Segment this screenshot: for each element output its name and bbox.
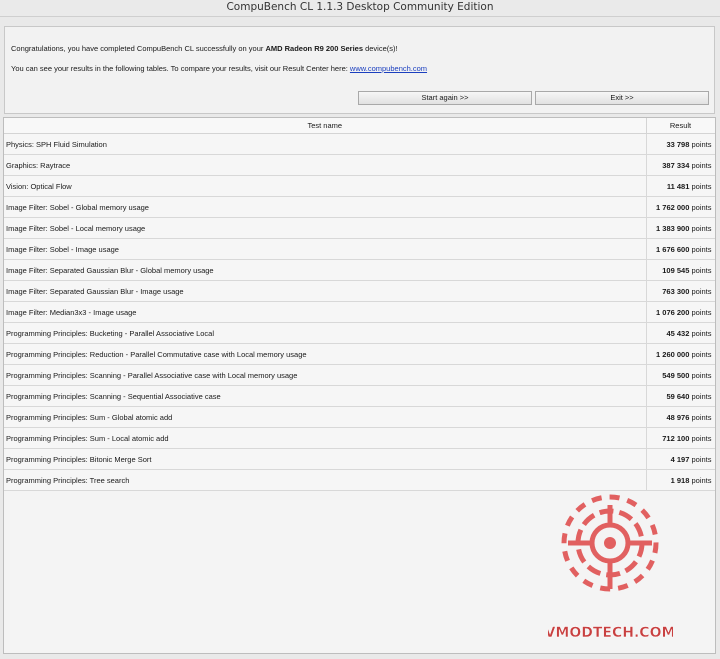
result-value: 763 300 [662, 286, 690, 296]
table-row: Programming Principles: Reduction - Para… [4, 343, 715, 365]
result-cell: 1 383 900 points [646, 217, 715, 239]
result-cell: 45 432 points [646, 322, 715, 344]
result-cell: 387 334 points [646, 154, 715, 176]
table-row: Image Filter: Median3x3 - Image usage 1 0… [4, 301, 715, 323]
test-name-cell: Image Filter: Sobel - Local memory usage [4, 217, 647, 239]
result-cell: 763 300 points [646, 280, 715, 302]
result-value: 33 798 [666, 139, 690, 149]
test-name-cell: Programming Principles: Scanning - Seque… [4, 385, 647, 407]
result-value: 1 383 900 [656, 223, 690, 233]
results-hint: You can see your results in the followin… [11, 64, 427, 73]
result-cell: 1 076 200 points [646, 301, 715, 323]
result-unit: points [689, 286, 712, 296]
test-name-cell: Image Filter: Sobel - Global memory usag… [4, 196, 647, 218]
table-row: Image Filter: Sobel - Image usage 1 676 6… [4, 238, 715, 260]
result-value: 387 334 [662, 160, 690, 170]
result-unit: points [689, 349, 712, 359]
result-cell: 59 640 points [646, 385, 715, 407]
result-unit: points [689, 244, 712, 254]
result-value: 4 197 [670, 454, 690, 464]
test-name-cell: Programming Principles: Scanning - Paral… [4, 364, 647, 386]
column-header-test-name[interactable]: Test name [4, 118, 647, 134]
table-header-row: Test name Result [4, 118, 715, 134]
result-value: 48 976 [666, 412, 690, 422]
result-unit: points [689, 202, 712, 212]
result-unit: points [689, 160, 712, 170]
exit-button[interactable]: Exit >> [535, 91, 709, 105]
test-name-cell: Graphics: Raytrace [4, 154, 647, 176]
table-row: Image Filter: Separated Gaussian Blur - … [4, 259, 715, 281]
table-row: Physics: SPH Fluid Simulation 33 798 poin… [4, 133, 715, 155]
result-unit: points [689, 181, 712, 191]
result-value: 712 100 [662, 433, 690, 443]
result-cell: 549 500 points [646, 364, 715, 386]
vmodtech-watermark: VMODTECH.COM [548, 494, 673, 641]
table-row: Programming Principles: Sum - Local atom… [4, 427, 715, 449]
result-value: 1 260 000 [656, 349, 690, 359]
result-value: 11 481 [666, 181, 690, 191]
result-unit: points [689, 265, 712, 275]
result-cell: 712 100 points [646, 427, 715, 449]
test-name-cell: Physics: SPH Fluid Simulation [4, 133, 647, 155]
message-prefix: Congratulations, you have completed Comp… [11, 44, 266, 53]
table-row: Programming Principles: Bucketing - Para… [4, 322, 715, 344]
message-suffix: device(s)! [363, 44, 398, 53]
watermark-text: VMODTECH.COM [548, 625, 673, 641]
test-name-cell: Image Filter: Separated Gaussian Blur - … [4, 280, 647, 302]
result-unit: points [689, 370, 712, 380]
result-value: 1 762 000 [656, 202, 690, 212]
completion-info-panel: Congratulations, you have completed Comp… [4, 26, 715, 114]
result-value: 59 640 [666, 391, 690, 401]
table-row: Programming Principles: Scanning - Paral… [4, 364, 715, 386]
table-row: Image Filter: Sobel - Global memory usag… [4, 196, 715, 218]
result-cell: 1 676 600 points [646, 238, 715, 260]
window-title: CompuBench CL 1.1.3 Desktop Community Ed… [0, 0, 720, 17]
result-unit: points [689, 412, 712, 422]
table-row: Image Filter: Separated Gaussian Blur - … [4, 280, 715, 302]
result-cell: 11 481 points [646, 175, 715, 197]
result-unit: points [689, 307, 712, 317]
result-value: 549 500 [662, 370, 690, 380]
column-header-result[interactable]: Result [646, 118, 715, 134]
congratulations-message: Congratulations, you have completed Comp… [11, 44, 398, 53]
test-name-cell: Vision: Optical Flow [4, 175, 647, 197]
result-value: 1 076 200 [656, 307, 690, 317]
test-name-cell: Programming Principles: Sum - Global ato… [4, 406, 647, 428]
test-name-cell: Image Filter: Sobel - Image usage [4, 238, 647, 260]
result-value: 1 918 [670, 475, 690, 485]
result-unit: points [689, 475, 712, 485]
result-cell: 109 545 points [646, 259, 715, 281]
results-hint-text: You can see your results in the followin… [11, 64, 350, 73]
table-row: Image Filter: Sobel - Local memory usage… [4, 217, 715, 239]
test-name-cell: Programming Principles: Reduction - Para… [4, 343, 647, 365]
result-unit: points [689, 223, 712, 233]
table-row: Graphics: Raytrace 387 334 points [4, 154, 715, 176]
device-name: AMD Radeon R9 200 Series [265, 44, 363, 53]
result-cell: 4 197 points [646, 448, 715, 470]
result-cell: 1 762 000 points [646, 196, 715, 218]
table-row: Programming Principles: Bitonic Merge So… [4, 448, 715, 470]
table-row: Programming Principles: Scanning - Seque… [4, 385, 715, 407]
result-cell: 33 798 points [646, 133, 715, 155]
result-value: 109 545 [662, 265, 690, 275]
result-unit: points [689, 328, 712, 338]
result-unit: points [689, 391, 712, 401]
result-center-link[interactable]: www.compubench.com [350, 64, 427, 73]
result-value: 1 676 600 [656, 244, 690, 254]
test-name-cell: Image Filter: Median3x3 - Image usage [4, 301, 647, 323]
result-unit: points [689, 139, 712, 149]
result-cell: 48 976 points [646, 406, 715, 428]
test-name-cell: Programming Principles: Bitonic Merge So… [4, 448, 647, 470]
result-cell: 1 260 000 points [646, 343, 715, 365]
result-unit: points [689, 433, 712, 443]
table-row: Programming Principles: Sum - Global ato… [4, 406, 715, 428]
test-name-cell: Programming Principles: Sum - Local atom… [4, 427, 647, 449]
results-table: Test name Result Physics: SPH Fluid Simu… [4, 118, 715, 491]
result-unit: points [689, 454, 712, 464]
start-again-button[interactable]: Start again >> [358, 91, 532, 105]
test-name-cell: Image Filter: Separated Gaussian Blur - … [4, 259, 647, 281]
table-row: Vision: Optical Flow 11 481 points [4, 175, 715, 197]
test-name-cell: Programming Principles: Bucketing - Para… [4, 322, 647, 344]
result-value: 45 432 [666, 328, 690, 338]
